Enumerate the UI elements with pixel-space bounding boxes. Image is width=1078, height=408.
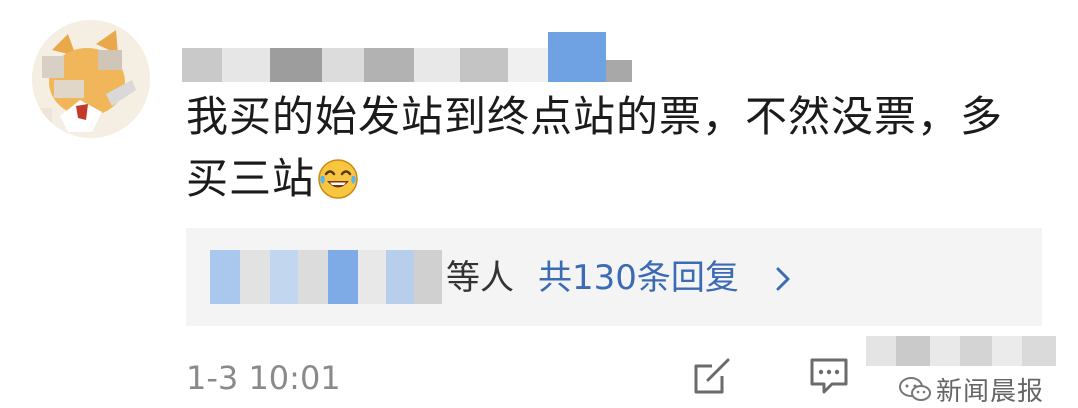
- comment-body: 我买的始发站到终点站的票，不然没票，多买三站: [186, 92, 1004, 203]
- comment-icon[interactable]: [808, 356, 850, 396]
- blur-block: [386, 250, 414, 304]
- chevron-right-icon[interactable]: [770, 264, 796, 294]
- replies-box[interactable]: 等人 共130条回复: [186, 228, 1042, 326]
- blur-block: [896, 336, 930, 366]
- reply-usernames-blurred: [210, 250, 442, 304]
- like-count-blurred[interactable]: [866, 336, 1056, 366]
- blur-block: [298, 250, 328, 304]
- wechat-logo-icon: [899, 377, 931, 401]
- blur-block: [182, 48, 222, 82]
- blur-block: [992, 336, 1022, 366]
- blur-block: [358, 250, 386, 304]
- blur-block: [606, 60, 632, 82]
- blur-block: [210, 250, 240, 304]
- blur-block: [364, 48, 414, 82]
- blur-block: [930, 336, 960, 366]
- blur-block: [1022, 336, 1056, 366]
- blur-block: [222, 48, 270, 82]
- blur-block: [508, 48, 548, 82]
- laughing-tears-emoji-icon: [317, 158, 359, 200]
- blur-block: [270, 250, 298, 304]
- blur-block: [240, 250, 270, 304]
- watermark-text: 新闻晨报: [936, 376, 1045, 407]
- blur-block: [548, 32, 606, 82]
- blur-block: [322, 48, 364, 82]
- blur-block: [414, 48, 460, 82]
- share-icon[interactable]: [692, 356, 732, 396]
- comment-text: 我买的始发站到终点站的票，不然没票，多买三站: [186, 86, 1036, 210]
- blur-block: [460, 48, 508, 82]
- blur-block: [414, 250, 442, 304]
- blur-block: [866, 336, 896, 366]
- blur-block: [328, 250, 358, 304]
- username-blurred[interactable]: [182, 10, 632, 82]
- comment-timestamp: 1-3 10:01: [186, 359, 341, 397]
- avatar-image: [32, 20, 150, 138]
- view-replies-link[interactable]: 共130条回复: [538, 254, 739, 302]
- blur-block: [960, 336, 992, 366]
- watermark: 新闻晨报: [898, 374, 1068, 407]
- blur-block: [270, 48, 322, 82]
- avatar[interactable]: [32, 20, 150, 138]
- reply-users-suffix: 等人: [446, 258, 514, 298]
